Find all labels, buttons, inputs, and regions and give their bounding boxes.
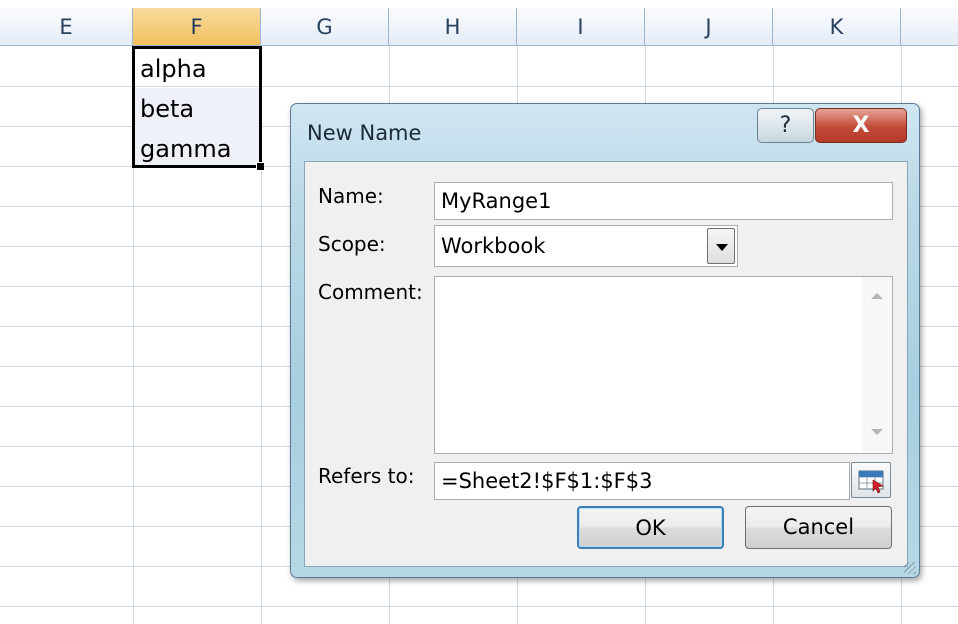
fill-handle[interactable] [256,162,265,171]
column-header-l[interactable] [901,8,958,46]
chevron-down-icon[interactable] [707,228,735,264]
selection-border [132,46,262,168]
scroll-down-icon[interactable] [871,429,883,435]
dialog-body: Name: Scope: Workbook Comment: Refers to… [304,161,908,567]
scroll-up-icon[interactable] [871,293,883,299]
header-band [0,0,958,8]
column-header-g[interactable]: G [261,8,389,46]
help-icon: ? [779,113,792,138]
new-name-dialog: New Name ? X Name: Scope: Workbook Comme… [290,103,920,578]
scope-value: Workbook [441,234,546,258]
range-select-button[interactable] [851,462,891,498]
comment-textarea[interactable] [434,276,893,454]
ok-button[interactable]: OK [577,506,724,549]
help-button[interactable]: ? [757,108,814,143]
grid-line [0,606,958,607]
column-header-f[interactable]: F [133,8,261,46]
close-icon: X [852,113,870,138]
scope-label: Scope: [318,232,386,256]
name-label: Name: [318,184,384,208]
comment-scrollbar[interactable] [862,277,892,453]
refers-to-label: Refers to: [318,464,415,488]
comment-label: Comment: [318,280,423,304]
cancel-button[interactable]: Cancel [745,506,892,549]
column-header-i[interactable]: I [517,8,645,46]
resize-grip[interactable] [904,562,916,574]
range-select-icon [858,470,884,494]
column-header-j[interactable]: J [645,8,773,46]
column-header-k[interactable]: K [773,8,901,46]
name-field[interactable] [434,182,893,220]
dialog-title: New Name [307,121,422,145]
close-button[interactable]: X [815,108,907,143]
scope-dropdown[interactable]: Workbook [434,225,738,267]
column-header-h[interactable]: H [389,8,517,46]
refers-to-field[interactable] [434,462,850,500]
column-header-e[interactable]: E [0,8,133,46]
